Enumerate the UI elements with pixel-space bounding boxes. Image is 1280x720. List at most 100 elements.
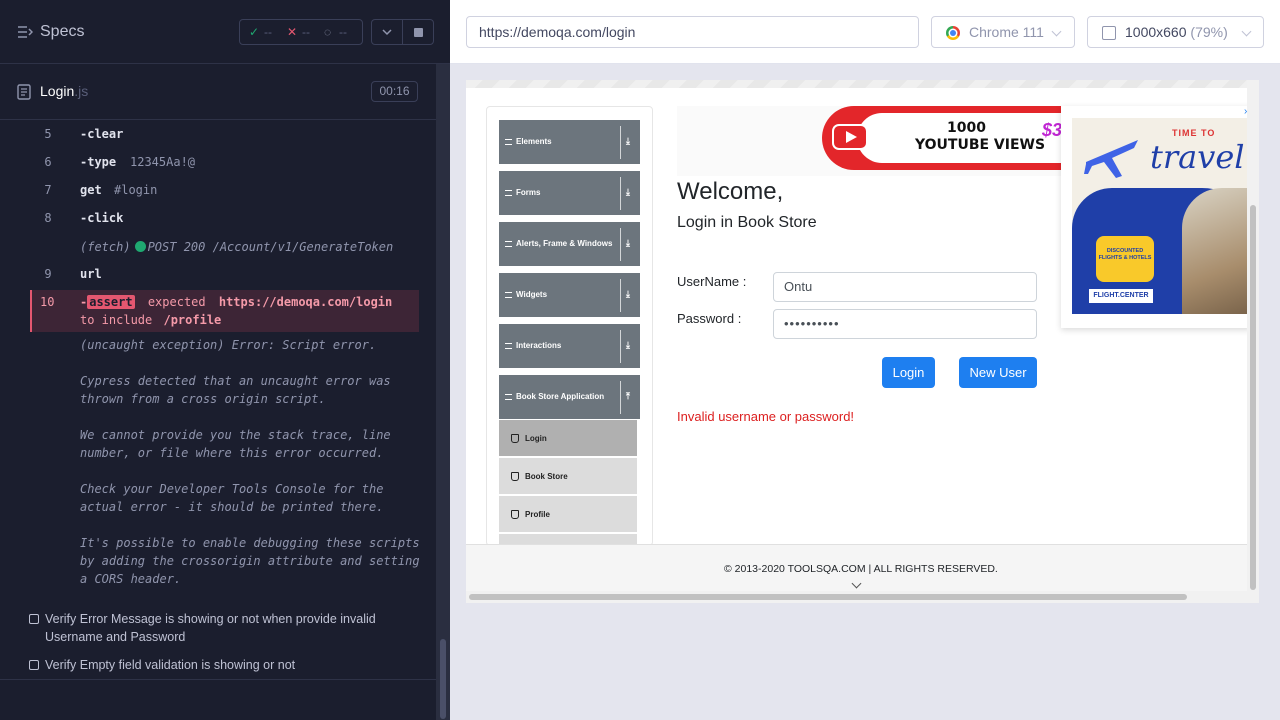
command-number: 7 xyxy=(44,183,52,197)
viewport-scale: (79%) xyxy=(1190,24,1228,40)
browser-label: Chrome 111 xyxy=(969,24,1044,40)
application-under-test: Elements ⤓ Forms ⤓ Alerts, Frame & Windows… xyxy=(466,80,1259,603)
command-log-panel: Specs ✓ -- ✕ -- ◌ -- Login.js 00:16 5 -c… xyxy=(0,0,450,720)
login-button[interactable]: Login xyxy=(882,357,935,388)
header-strip xyxy=(466,80,1259,88)
command-name: url xyxy=(80,267,102,281)
failed-count: -- xyxy=(302,25,310,39)
chevron-down-icon xyxy=(1051,26,1062,37)
html-icon xyxy=(511,434,519,443)
test-stats: ✓ -- ✕ -- ◌ -- xyxy=(239,19,363,45)
menu-group-widgets[interactable]: Widgets ⤓ xyxy=(499,273,640,318)
command-log: 5 -clear 6 -type 12345Aa!@ 7 get #login … xyxy=(0,120,436,594)
auto-scroll-dropdown-button[interactable] xyxy=(371,19,403,45)
username-input[interactable]: Ontu xyxy=(773,272,1037,302)
test-list: Verify Error Message is showing or not w… xyxy=(0,594,436,680)
new-user-button[interactable]: New User xyxy=(959,357,1037,388)
side-menu: Elements ⤓ Forms ⤓ Alerts, Frame & Windows… xyxy=(486,106,653,546)
travel-ad[interactable]: TIME TO travel DISCOUNTED FLIGHTS & HOTE… xyxy=(1061,106,1252,328)
command-name: -clear xyxy=(80,127,124,141)
failed-assert-row[interactable]: 10 - assert expected https://demoqa.com/l… xyxy=(30,290,419,332)
url-bar[interactable]: https://demoqa.com/login xyxy=(466,16,919,48)
specs-list-icon[interactable] xyxy=(17,25,33,39)
menu-group-interactions[interactable]: Interactions ⤓ xyxy=(499,324,640,369)
viewport-size: 1000x660 xyxy=(1125,24,1187,40)
scrollbar-thumb[interactable] xyxy=(1250,205,1256,590)
password-input[interactable]: •••••••••• xyxy=(773,309,1037,339)
command-log-scrollbar[interactable] xyxy=(436,64,450,720)
command-name: get xyxy=(80,183,102,197)
download-icon: ⤓ xyxy=(626,340,630,350)
command-row[interactable]: 5 -clear xyxy=(30,120,419,148)
command-arg: #login xyxy=(114,183,158,197)
menu-item-login[interactable]: Login xyxy=(499,420,637,457)
test-status-icon xyxy=(29,660,39,670)
scrollbar-thumb[interactable] xyxy=(440,639,446,719)
horizontal-scrollbar[interactable] xyxy=(466,591,1247,603)
menu-icon xyxy=(505,241,512,247)
page-subtitle: Login in Book Store xyxy=(677,214,817,231)
viewport-icon xyxy=(1102,26,1116,40)
command-name: -type xyxy=(80,155,117,169)
username-label: UserName : xyxy=(677,274,747,289)
browser-selector[interactable]: Chrome 111 xyxy=(931,16,1075,48)
download-icon: ⤓ xyxy=(626,187,630,197)
youtube-icon xyxy=(832,124,868,150)
command-row[interactable]: 8 -click xyxy=(30,204,419,232)
status-dot-icon xyxy=(134,241,146,252)
upload-icon: ⤒ xyxy=(626,391,630,401)
spec-header: Login.js 00:16 xyxy=(0,64,436,120)
ad-banner[interactable]: 1000 YOUTUBE VIEWS $3. xyxy=(677,106,1062,176)
scrollbar-thumb[interactable] xyxy=(469,594,1187,600)
chrome-icon xyxy=(946,26,960,40)
photo-image xyxy=(1182,188,1252,314)
fetch-log-entry[interactable]: (fetch) POST 200 /Account/v1/GenerateToke… xyxy=(80,240,393,254)
check-icon: ✓ xyxy=(249,25,260,39)
menu-group-alerts[interactable]: Alerts, Frame & Windows ⤓ xyxy=(499,222,640,267)
menu-item-profile[interactable]: Profile xyxy=(499,496,637,533)
vertical-scrollbar[interactable] xyxy=(1247,80,1259,603)
error-message: Invalid username or password! xyxy=(677,409,855,424)
specs-title[interactable]: Specs xyxy=(40,23,84,41)
menu-group-elements[interactable]: Elements ⤓ xyxy=(499,120,640,165)
command-number: 6 xyxy=(44,155,52,169)
spec-file-name: Login.js xyxy=(40,83,89,99)
copyright-text: © 2013-2020 TOOLSQA.COM | ALL RIGHTS RES… xyxy=(724,563,998,575)
cross-icon: ✕ xyxy=(287,25,298,39)
chevron-down-icon xyxy=(1241,26,1252,37)
menu-icon xyxy=(505,343,512,349)
spec-duration: 00:16 xyxy=(371,81,418,102)
file-icon xyxy=(17,84,31,100)
error-message: (uncaught exception) Error: Script error… xyxy=(80,338,420,586)
command-name: -click xyxy=(80,211,124,225)
command-number: 8 xyxy=(44,211,52,225)
command-row[interactable]: 7 get #login xyxy=(30,176,419,204)
fetch-text: POST 200 /Account/v1/GenerateToken xyxy=(147,240,394,254)
pending-icon: ◌ xyxy=(324,25,332,39)
download-icon: ⤓ xyxy=(626,289,630,299)
download-icon: ⤓ xyxy=(626,136,630,146)
viewport-selector[interactable]: 1000x660 (79%) xyxy=(1087,16,1264,48)
menu-icon xyxy=(505,139,512,145)
chevron-down-icon xyxy=(382,29,392,36)
command-arg: 12345Aa!@ xyxy=(130,155,196,169)
html-icon xyxy=(511,472,519,481)
password-label: Password : xyxy=(677,311,742,326)
menu-item-book-store[interactable]: Book Store xyxy=(499,458,637,495)
chevron-down-icon[interactable] xyxy=(851,578,862,589)
command-row[interactable]: 9 url xyxy=(30,260,419,288)
menu-group-book-store[interactable]: Book Store Application ⤒ xyxy=(499,375,640,420)
test-status-icon xyxy=(29,614,39,624)
page-title: Welcome, xyxy=(677,178,784,205)
airplane-icon xyxy=(1084,140,1138,178)
menu-group-forms[interactable]: Forms ⤓ xyxy=(499,171,640,216)
app-preview-panel: https://demoqa.com/login Chrome 111 1000… xyxy=(450,0,1280,720)
command-number: 9 xyxy=(44,267,52,281)
passed-count: -- xyxy=(264,25,272,39)
specs-bar: Specs ✓ -- ✕ -- ◌ -- xyxy=(0,0,450,64)
menu-icon xyxy=(505,292,512,298)
command-number: 10 xyxy=(40,295,55,309)
command-row[interactable]: 6 -type 12345Aa!@ xyxy=(30,148,419,176)
pending-count: -- xyxy=(339,25,347,39)
stop-button[interactable] xyxy=(402,19,434,45)
